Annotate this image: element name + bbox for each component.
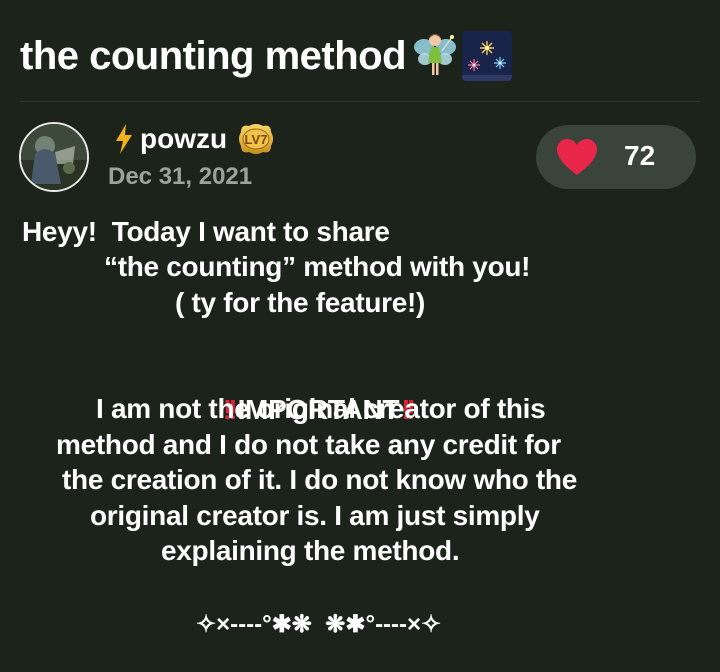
avatar[interactable] [19,122,89,192]
body-line: ( ty for the feature!) [175,287,426,318]
like-button[interactable]: 72 [536,125,696,189]
post-date: Dec 31, 2021 [108,163,253,190]
lightning-bolt-icon [114,124,134,154]
body-line: I am not the original creator of this [96,393,546,424]
decorative-divider: ✧×----°✱❋ ❋✱°----×✧ [196,611,442,638]
post-title: the counting method [20,33,407,78]
title-divider [20,101,700,102]
like-count: 72 [624,140,656,171]
author-name[interactable]: powzu [140,123,227,155]
body-line: explaining the method. [161,535,460,566]
heart-icon [556,138,598,176]
body-line: “the counting” method with you! [104,251,531,282]
level-badge-icon: LV7 [237,122,275,156]
post-title-row: the counting method [20,28,513,84]
level-badge-label: LV7 [245,132,268,147]
body-line: original creator is. I am just simply [90,500,540,531]
fireworks-icon [462,31,513,81]
body-line: Heyy! Today I want to share [22,216,390,247]
body-line: the creation of it. I do not know who th… [62,464,578,495]
body-line: method and I do not take any credit for [56,429,561,460]
fairy-icon [412,31,458,81]
author-row: powzu LV7 [114,122,275,156]
